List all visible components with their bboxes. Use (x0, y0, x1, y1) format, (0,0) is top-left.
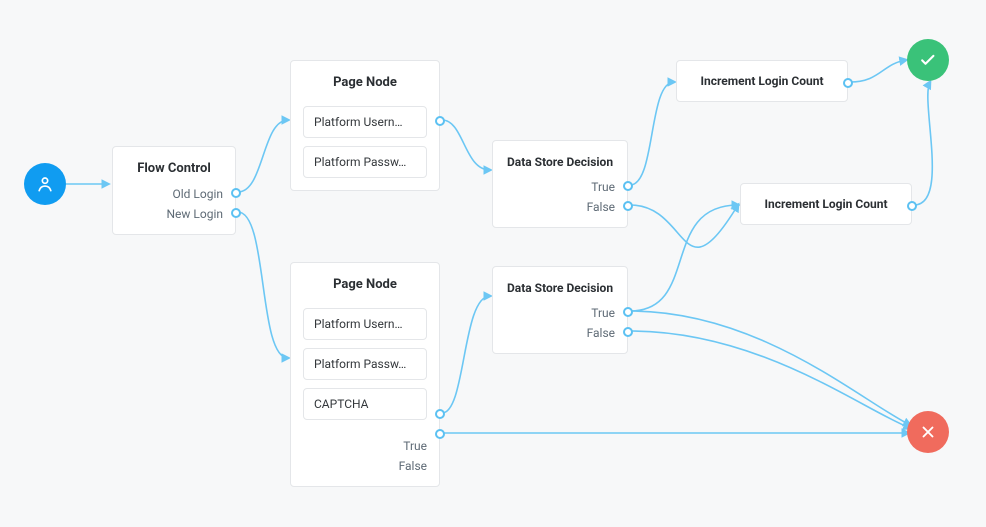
success-node[interactable] (907, 39, 949, 81)
close-icon (919, 423, 937, 441)
outcome-true: True (505, 303, 615, 323)
output-port[interactable] (623, 327, 633, 337)
output-port[interactable] (623, 181, 633, 191)
output-port[interactable] (623, 201, 633, 211)
outcome-new-login: New Login (125, 204, 223, 224)
start-node[interactable] (24, 163, 66, 205)
increment-login-count-1[interactable]: Increment Login Count (676, 60, 848, 102)
node-title: Flow Control (113, 147, 235, 184)
field-item[interactable]: CAPTCHA (303, 388, 427, 420)
output-port[interactable] (623, 307, 633, 317)
field-item[interactable]: Platform Usern… (303, 106, 427, 138)
field-item[interactable]: Platform Usern… (303, 308, 427, 340)
node-title: Increment Login Count (741, 184, 911, 224)
node-title: Increment Login Count (677, 61, 847, 101)
field-list: Platform Usern… Platform Passw… CAPTCHA (291, 308, 439, 432)
check-icon (918, 50, 938, 70)
output-port[interactable] (907, 201, 917, 211)
page-node-2[interactable]: Page Node Platform Usern… Platform Passw… (290, 262, 440, 487)
outcome-false: False (505, 323, 615, 343)
outcome-true: True (505, 177, 615, 197)
flow-canvas: Flow Control Old Login New Login Page No… (0, 0, 986, 527)
node-title: Page Node (291, 61, 439, 98)
outcome-list: True False (493, 303, 627, 353)
output-port[interactable] (231, 208, 241, 218)
output-port[interactable] (843, 78, 853, 88)
outcome-old-login: Old Login (125, 184, 223, 204)
outcome-list: True False (493, 177, 627, 227)
outcome-false: False (303, 456, 427, 476)
outcome-list: True False (291, 432, 439, 486)
outcome-list: Old Login New Login (113, 184, 235, 234)
page-node-1[interactable]: Page Node Platform Usern… Platform Passw… (290, 60, 440, 191)
field-item[interactable]: Platform Passw… (303, 348, 427, 380)
outcome-true: True (303, 436, 427, 456)
increment-login-count-2[interactable]: Increment Login Count (740, 183, 912, 225)
field-list: Platform Usern… Platform Passw… (291, 106, 439, 190)
output-port[interactable] (435, 409, 445, 419)
flow-control-node[interactable]: Flow Control Old Login New Login (112, 146, 236, 235)
node-title: Page Node (291, 263, 439, 300)
field-item[interactable]: Platform Passw… (303, 146, 427, 178)
output-port[interactable] (435, 116, 445, 126)
output-port[interactable] (435, 429, 445, 439)
data-store-decision-2[interactable]: Data Store Decision True False (492, 266, 628, 354)
outcome-false: False (505, 197, 615, 217)
node-title: Data Store Decision (493, 141, 627, 177)
person-icon (35, 174, 55, 194)
fail-node[interactable] (907, 411, 949, 453)
data-store-decision-1[interactable]: Data Store Decision True False (492, 140, 628, 228)
output-port[interactable] (231, 188, 241, 198)
node-title: Data Store Decision (493, 267, 627, 303)
